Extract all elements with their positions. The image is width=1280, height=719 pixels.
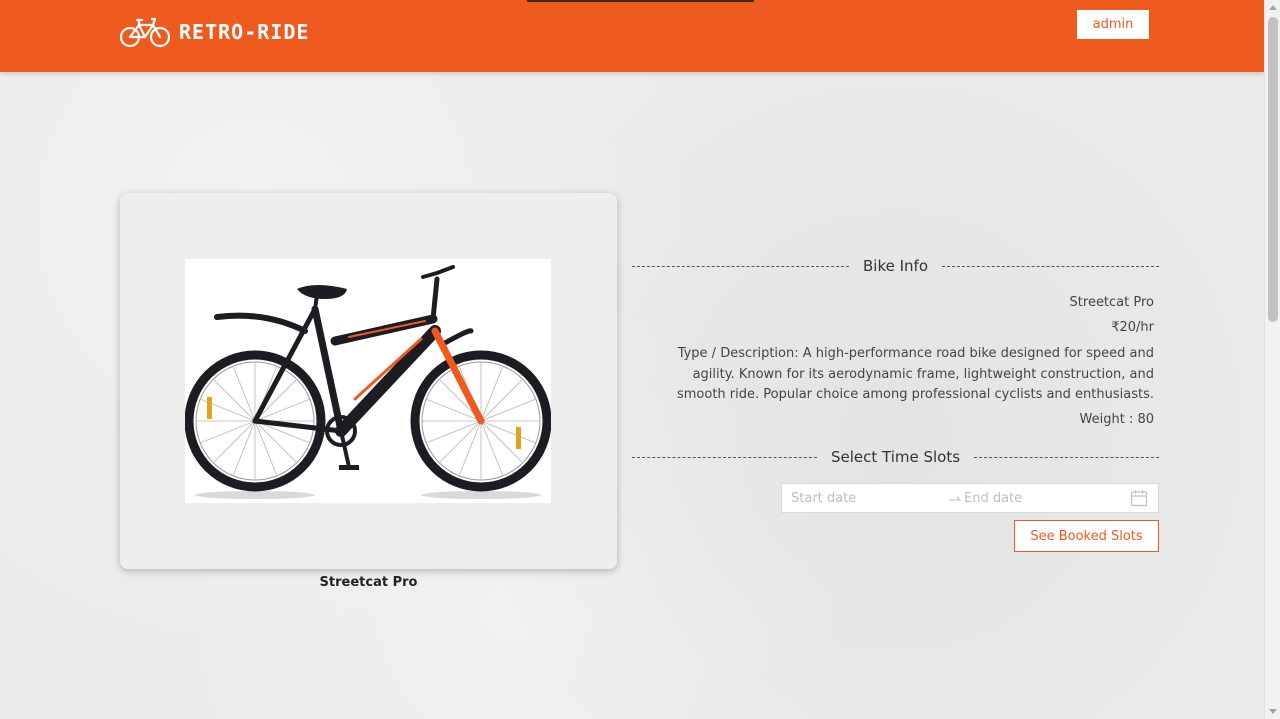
divider-line bbox=[942, 265, 1159, 267]
scrollbar-thumb[interactable] bbox=[1268, 17, 1278, 322]
brand-name: RETRO-RIDE bbox=[179, 20, 310, 44]
time-slots-title: Select Time Slots bbox=[830, 448, 961, 466]
page-scrollbar[interactable] bbox=[1264, 0, 1280, 719]
divider-line bbox=[632, 265, 849, 267]
divider-line bbox=[632, 456, 817, 458]
bike-image-card bbox=[120, 193, 617, 569]
bicycle-photo bbox=[185, 259, 551, 503]
divider-line bbox=[974, 456, 1159, 458]
bike-weight: Weight : 80 bbox=[1079, 412, 1154, 427]
bike-price: ₹20/hr bbox=[1111, 320, 1154, 335]
bike-description: Type / Description: A high-performance r… bbox=[676, 346, 1154, 402]
brand-logo[interactable]: RETRO-RIDE bbox=[119, 14, 309, 50]
see-booked-slots-button[interactable]: See Booked Slots bbox=[1014, 520, 1159, 552]
date-range-picker[interactable] bbox=[781, 483, 1159, 513]
top-navbar: RETRO-RIDE admin bbox=[0, 0, 1264, 72]
bicycle-icon bbox=[119, 17, 171, 48]
calendar-icon[interactable] bbox=[1130, 489, 1148, 507]
arrow-right-icon bbox=[946, 484, 964, 512]
admin-user-button[interactable]: admin bbox=[1077, 10, 1149, 39]
bike-info-heading: Bike Info bbox=[632, 256, 1159, 276]
scroll-up-icon[interactable] bbox=[1269, 5, 1277, 10]
arrow-right-glyph bbox=[949, 496, 962, 501]
scroll-down-icon[interactable] bbox=[1269, 709, 1277, 714]
bike-card-caption: Streetcat Pro bbox=[319, 575, 418, 590]
time-slots-heading: Select Time Slots bbox=[632, 447, 1159, 467]
start-date-input[interactable] bbox=[791, 484, 946, 512]
end-date-input[interactable] bbox=[964, 484, 1114, 512]
bike-name: Streetcat Pro bbox=[1069, 295, 1154, 310]
bike-info-title: Bike Info bbox=[863, 257, 928, 275]
nav-top-accent-line bbox=[527, 0, 754, 2]
